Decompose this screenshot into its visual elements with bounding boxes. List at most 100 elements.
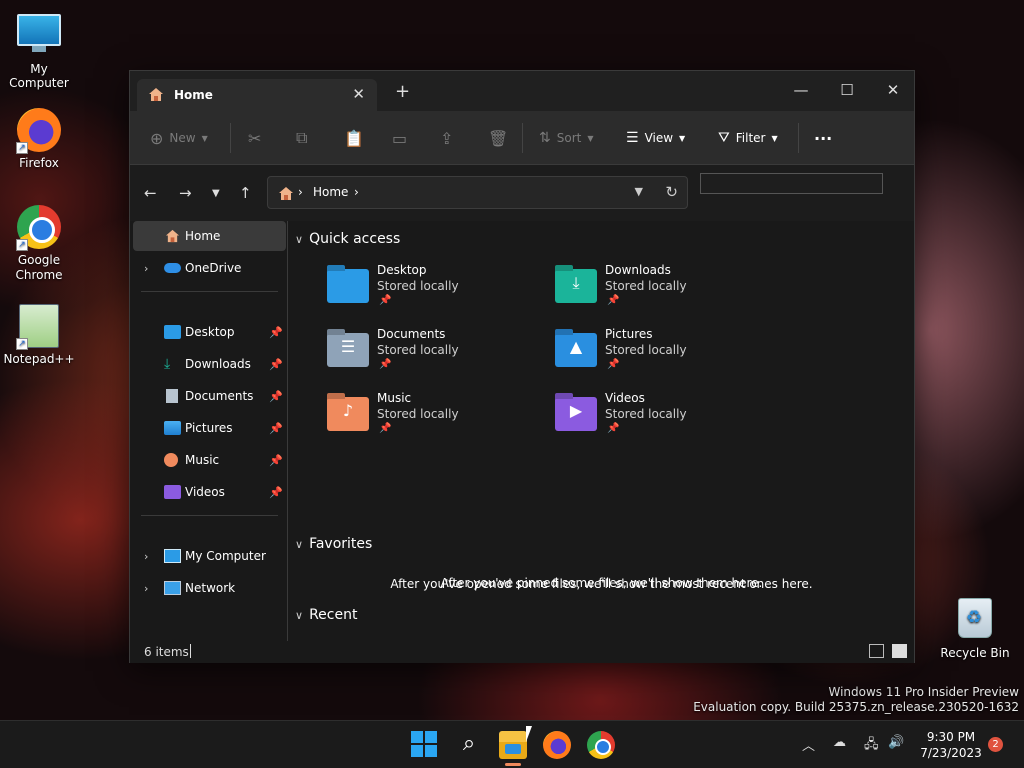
toolbar-divider <box>522 123 523 153</box>
rename-button[interactable]: ▭ <box>392 128 407 148</box>
new-button[interactable]: ⊕ New ▼ <box>150 128 208 148</box>
sidebar-item-label: Pictures <box>185 421 233 435</box>
view-button[interactable]: ☰ View ▼ <box>626 128 685 148</box>
desktop-icon-recycle-bin[interactable]: Recycle Bin <box>937 598 1013 660</box>
filter-button[interactable]: ⛛ Filter ▼ <box>718 128 778 148</box>
notification-badge[interactable]: 2 <box>988 737 1003 752</box>
chevron-right-icon[interactable]: › <box>144 550 148 563</box>
sidebar-item-documents[interactable]: Documents 📌 <box>133 381 286 411</box>
toolbar-divider <box>230 123 231 153</box>
chevron-down-icon: ▼ <box>201 133 208 143</box>
mouse-pointer-icon <box>526 726 538 742</box>
pin-icon: 📌 <box>607 295 620 306</box>
navigation-pane: Home › OneDrive Desktop 📌 ⤓ Downloads 📌 … <box>130 221 288 641</box>
pin-icon[interactable]: 📌 <box>269 326 283 339</box>
close-button[interactable]: ✕ <box>870 76 916 106</box>
pin-icon[interactable]: 📌 <box>269 358 283 371</box>
desktop-icon-my-computer[interactable]: My Computer <box>1 10 77 90</box>
sidebar-item-onedrive[interactable]: › OneDrive <box>133 253 286 283</box>
folder-name: Desktop <box>377 263 427 277</box>
section-title: Favorites <box>309 536 373 552</box>
section-recent[interactable]: ∨ Recent <box>295 607 357 623</box>
section-favorites[interactable]: ∨ Favorites <box>295 536 372 552</box>
up-arrow-icon[interactable]: ↑ <box>239 184 252 202</box>
paste-icon: 📋 <box>344 128 364 148</box>
quick-access-desktop[interactable]: Desktop Stored locally 📌 <box>327 263 527 319</box>
sort-button[interactable]: ⇅ Sort ▼ <box>539 128 594 148</box>
tab-home[interactable]: Home ✕ <box>137 79 377 111</box>
music-icon <box>164 453 178 467</box>
maximize-button[interactable]: ☐ <box>824 76 870 106</box>
cut-button[interactable]: ✂ <box>248 128 261 148</box>
pin-icon[interactable]: 📌 <box>269 454 283 467</box>
search-input[interactable] <box>700 173 883 194</box>
quick-access-pictures[interactable]: ▲ Pictures Stored locally 📌 <box>555 327 755 383</box>
tab-close-icon[interactable]: ✕ <box>352 85 365 103</box>
quick-access-downloads[interactable]: ⤓ Downloads Stored locally 📌 <box>555 263 755 319</box>
sidebar-item-desktop[interactable]: Desktop 📌 <box>133 317 286 347</box>
onedrive-offline-cloud-icon[interactable]: ☁ <box>833 735 846 750</box>
pin-icon[interactable]: 📌 <box>269 422 283 435</box>
pin-icon: 📌 <box>379 423 392 434</box>
show-hidden-icons-chevron-up-icon[interactable]: ︿ <box>802 735 815 754</box>
forward-arrow-icon[interactable]: → <box>179 184 192 202</box>
desktop-icon-firefox[interactable]: ↗ Firefox <box>1 108 77 170</box>
address-dropdown-icon[interactable]: ▼ <box>635 185 643 198</box>
sidebar-item-pictures[interactable]: Pictures 📌 <box>133 413 286 443</box>
refresh-icon[interactable]: ↻ <box>665 183 678 201</box>
chrome-icon: ↗ <box>16 205 62 251</box>
sidebar-item-downloads[interactable]: ⤓ Downloads 📌 <box>133 349 286 379</box>
firefox-taskbar-icon[interactable] <box>543 731 571 759</box>
sidebar-item-home[interactable]: Home <box>133 221 286 251</box>
pin-icon[interactable]: 📌 <box>269 486 283 499</box>
file-explorer-window: Home ✕ + — ☐ ✕ ⊕ New ▼ ✂ ⧉ 📋 ▭ ⇪ 🗑 ⇅ Sor… <box>129 70 915 663</box>
minimize-button[interactable]: — <box>778 76 824 106</box>
breadcrumb-home[interactable]: Home <box>313 185 348 199</box>
recent-locations-chevron-icon[interactable]: ▼ <box>212 188 220 199</box>
sidebar-item-videos[interactable]: Videos 📌 <box>133 477 286 507</box>
desktop-icon-notepadpp[interactable]: ↗ Notepad++ <box>1 304 77 366</box>
file-explorer-icon[interactable] <box>499 731 527 759</box>
desktop-icon-chrome[interactable]: ↗ Google Chrome <box>1 205 77 283</box>
chevron-down-icon: ∨ <box>295 232 304 246</box>
chevron-right-icon[interactable]: › <box>144 262 148 275</box>
document-lines-icon: ☰ <box>340 337 356 356</box>
back-arrow-icon[interactable]: ← <box>144 184 157 202</box>
new-tab-button[interactable]: + <box>395 83 410 101</box>
search-icon[interactable]: ⌕ <box>455 731 483 759</box>
picture-icon <box>164 421 181 435</box>
view-label: View <box>644 131 674 145</box>
chrome-taskbar-icon[interactable] <box>587 731 615 759</box>
quick-access-videos[interactable]: ▶ Videos Stored locally 📌 <box>555 391 755 447</box>
mountain-icon: ▲ <box>569 337 583 356</box>
quick-access-documents[interactable]: ☰ Documents Stored locally 📌 <box>327 327 527 383</box>
tiles-view-icon[interactable] <box>892 644 907 658</box>
quick-access-music[interactable]: ♪ Music Stored locally 📌 <box>327 391 527 447</box>
music-note-icon: ♪ <box>342 401 354 420</box>
desktop-icon-label: Google Chrome <box>15 253 63 282</box>
desktop-icon-label: Recycle Bin <box>940 646 1010 660</box>
sidebar-item-my-computer[interactable]: › My Computer <box>133 541 286 571</box>
section-quick-access[interactable]: ∨ Quick access <box>295 231 400 247</box>
network-icon <box>164 581 181 595</box>
sidebar-divider <box>141 515 278 516</box>
network-icon[interactable]: 🖧 <box>864 735 879 757</box>
paste-button[interactable]: 📋 <box>344 128 364 148</box>
chevron-right-icon[interactable]: › <box>144 582 148 595</box>
volume-icon[interactable]: 🔊 <box>888 735 904 750</box>
sidebar-item-network[interactable]: › Network <box>133 573 286 603</box>
clock[interactable]: 9:30 PM 7/23/2023 <box>916 729 986 761</box>
folder-status: Stored locally <box>377 343 459 357</box>
details-view-icon[interactable] <box>869 644 884 658</box>
start-windows-icon[interactable] <box>411 731 439 759</box>
download-icon: ⤓ <box>164 356 171 372</box>
delete-button[interactable]: 🗑 <box>488 128 508 148</box>
sidebar-item-music[interactable]: Music 📌 <box>133 445 286 475</box>
section-title: Recent <box>309 607 358 623</box>
share-button[interactable]: ⇪ <box>440 128 453 148</box>
pin-icon[interactable]: 📌 <box>269 390 283 403</box>
shortcut-arrow-icon: ↗ <box>16 142 28 154</box>
address-bar[interactable]: › Home › ▼ ↻ <box>267 176 688 209</box>
copy-button[interactable]: ⧉ <box>296 128 307 148</box>
more-options-button[interactable]: ··· <box>814 128 832 148</box>
